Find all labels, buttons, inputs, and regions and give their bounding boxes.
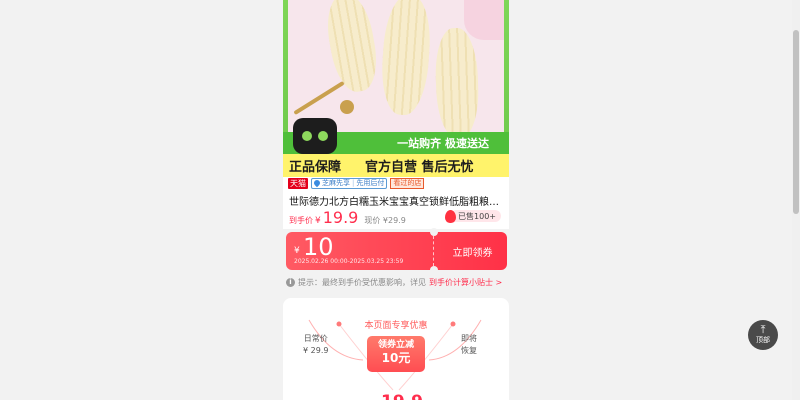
info-icon: i [286, 277, 295, 287]
credit-tag: 芝麻先享 | 先用后付 [311, 177, 388, 189]
guarantee-banner: 正品保障 官方自营 售后无忧 [283, 154, 509, 177]
coupon-discount-badge: 领券立减 10元 [367, 336, 425, 372]
price-tip: i 提示：最终到手价受优惠影响，详见 到手价计算小贴士 > [286, 276, 502, 288]
back-to-top-button[interactable]: ⤒ 顶部 [748, 320, 778, 350]
offer-price: 19.9 [381, 392, 423, 400]
tmall-cat-mascot-icon [293, 118, 337, 154]
credit-tag-part1: 芝麻先享 [322, 178, 350, 187]
authentic-guarantee-text: 正品保障 [289, 160, 342, 175]
badge-line1: 领券立减 [377, 340, 414, 350]
tmall-tag: 天猫 [288, 177, 308, 189]
scrollbar-thumb[interactable] [793, 30, 799, 214]
spoon-image [293, 80, 345, 116]
fire-icon [445, 209, 457, 223]
product-tags: 天猫 芝麻先享 | 先用后付 看过的店 [288, 177, 425, 189]
coupon-validity: 2025.02.26 00:00-2025.03.25 23:59 [294, 258, 404, 265]
official-store-text: 官方自营 售后无忧 [365, 160, 474, 175]
exclusive-offer-panel: 本页面专享优惠 日常价 ¥ 29.9 领券立减 10元 即将 恢复 19.9 [283, 298, 509, 400]
back-to-top-label: 顶部 [756, 336, 770, 344]
restore-line2: 恢复 [461, 346, 477, 355]
regular-price-block: 日常价 ¥ 29.9 [303, 333, 328, 357]
coupon-notch [430, 266, 438, 274]
coupon-amount: 10 [303, 233, 334, 261]
corn-cob-image [378, 0, 434, 117]
restore-line1: 即将 [461, 334, 477, 343]
arrow-up-bar-icon: ⤒ [760, 323, 766, 336]
credit-tag-part2: 先用后付 [356, 178, 385, 187]
product-photo [288, 0, 504, 139]
claim-coupon-button[interactable]: 立即领券 [438, 232, 507, 270]
product-image[interactable]: 一站购齐 极速送达 正品保障 官方自营 售后无忧 [283, 0, 509, 177]
currency-symbol: ¥ [315, 216, 321, 226]
corn-cob-image [321, 0, 383, 96]
product-title[interactable]: 世际德力北方白糯玉米宝宝真空锁鲜低脂粗粮代早... [289, 193, 504, 208]
product-card: 一站购齐 极速送达 正品保障 官方自营 售后无忧 天猫 芝麻先享 | 先用后付 … [283, 0, 509, 400]
product-info: 天猫 芝麻先享 | 先用后付 看过的店 世际德力北方白糯玉米宝宝真空锁鲜低脂粗粮… [283, 177, 509, 229]
tag-separator: | [352, 178, 355, 187]
scrollbar-track[interactable] [792, 0, 800, 400]
decorative-shape [464, 0, 504, 40]
visited-store-tag: 看过的店 [390, 177, 425, 189]
tip-text: 提示：最终到手价受优惠影响，详见 [298, 277, 426, 287]
regular-price-label: 日常价 [303, 334, 328, 343]
corn-cob-image [434, 27, 480, 139]
coupon-divider [433, 236, 434, 266]
current-price: 现价 ¥29.9 [364, 216, 406, 225]
sesame-drop-icon [312, 178, 322, 188]
final-price: 19.9 [322, 208, 359, 227]
sold-count-badge: 已售100+ [445, 209, 501, 223]
badge-line2: 10元 [381, 351, 411, 365]
coupon-card: ¥ 10 2025.02.26 00:00-2025.03.25 23:59 立… [286, 228, 507, 274]
spoon-head-image [340, 100, 354, 114]
price-row: 到手价 ¥ 19.9 现价 ¥29.9 [289, 208, 406, 227]
regular-price-value: ¥ 29.9 [303, 346, 329, 355]
delivery-banner-text: 一站购齐 极速送达 [397, 137, 489, 150]
coupon-currency: ¥ [294, 246, 300, 256]
offer-heading: 本页面专享优惠 [364, 321, 428, 331]
price-calc-tips-link[interactable]: 到手价计算小贴士 > [429, 277, 502, 288]
coupon-notch [430, 228, 438, 236]
restore-soon-block: 即将 恢复 [461, 333, 477, 357]
final-price-label: 到手价 [289, 216, 313, 225]
sold-count: 已售100+ [458, 211, 496, 221]
